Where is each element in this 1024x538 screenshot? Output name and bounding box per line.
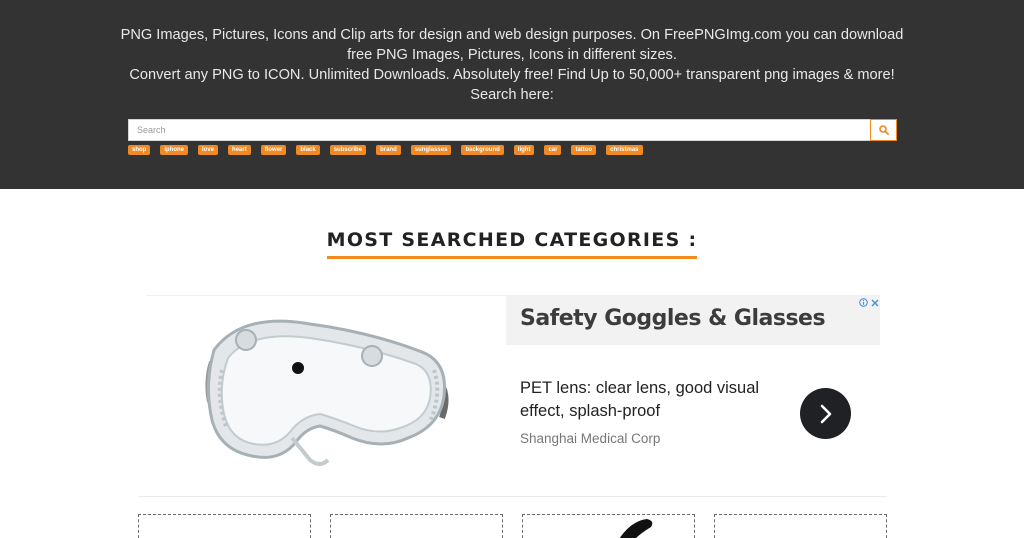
tag-flower[interactable]: flower <box>260 145 287 155</box>
category-card[interactable] <box>138 514 311 538</box>
tag-background[interactable]: background <box>461 145 504 155</box>
tag-brand[interactable]: brand <box>376 145 401 155</box>
ad-choices[interactable] <box>859 298 879 307</box>
tag-black[interactable]: black <box>296 145 320 155</box>
categories-title: MOST SEARCHED CATEGORIES : <box>326 229 698 259</box>
info-icon[interactable] <box>859 298 868 307</box>
tag-list: shop iphone love heart flower black subs… <box>128 145 643 155</box>
search-bar <box>128 119 897 141</box>
category-card[interactable] <box>714 514 887 538</box>
categories-heading: MOST SEARCHED CATEGORIES : <box>0 229 1024 259</box>
intro-line-2: Convert any PNG to ICON. Unlimited Downl… <box>129 67 895 103</box>
tag-heart[interactable]: heart <box>228 145 251 155</box>
tag-iphone[interactable]: iphone <box>160 145 189 155</box>
tag-sunglasses[interactable]: sunglasses <box>410 145 452 155</box>
search-icon <box>878 125 889 135</box>
tag-love[interactable]: love <box>198 145 219 155</box>
intro-line-1: PNG Images, Pictures, Icons and Clip art… <box>120 27 904 63</box>
tag-shop[interactable]: shop <box>128 145 151 155</box>
ad-advertiser: Shanghai Medical Corp <box>520 431 661 446</box>
search-input[interactable] <box>128 119 870 141</box>
tag-car[interactable]: car <box>544 145 562 155</box>
category-card[interactable] <box>522 514 695 538</box>
ad-description: PET lens: clear lens, good visual effect… <box>520 379 760 420</box>
close-icon[interactable] <box>871 299 879 307</box>
ad-open-button[interactable] <box>800 388 851 439</box>
section-divider <box>139 496 887 497</box>
tag-subscribe[interactable]: subscribe <box>329 145 367 155</box>
tag-tattoo[interactable]: tattoo <box>571 145 597 155</box>
tag-light[interactable]: light <box>513 145 535 155</box>
search-button[interactable] <box>870 119 897 141</box>
site-intro: PNG Images, Pictures, Icons and Clip art… <box>120 25 904 105</box>
site-header: PNG Images, Pictures, Icons and Clip art… <box>0 0 1024 189</box>
ad-banner[interactable]: Safety Goggles & Glasses PET lens: clear… <box>146 295 880 484</box>
chevron-right-icon <box>820 404 831 423</box>
category-thumbnail-image <box>619 519 653 538</box>
tag-christmas[interactable]: christmas <box>606 145 643 155</box>
ad-content: Safety Goggles & Glasses PET lens: clear… <box>506 296 880 485</box>
category-card[interactable] <box>330 514 503 538</box>
safety-goggles-image <box>205 319 449 466</box>
ad-headline[interactable]: Safety Goggles & Glasses <box>520 306 826 331</box>
